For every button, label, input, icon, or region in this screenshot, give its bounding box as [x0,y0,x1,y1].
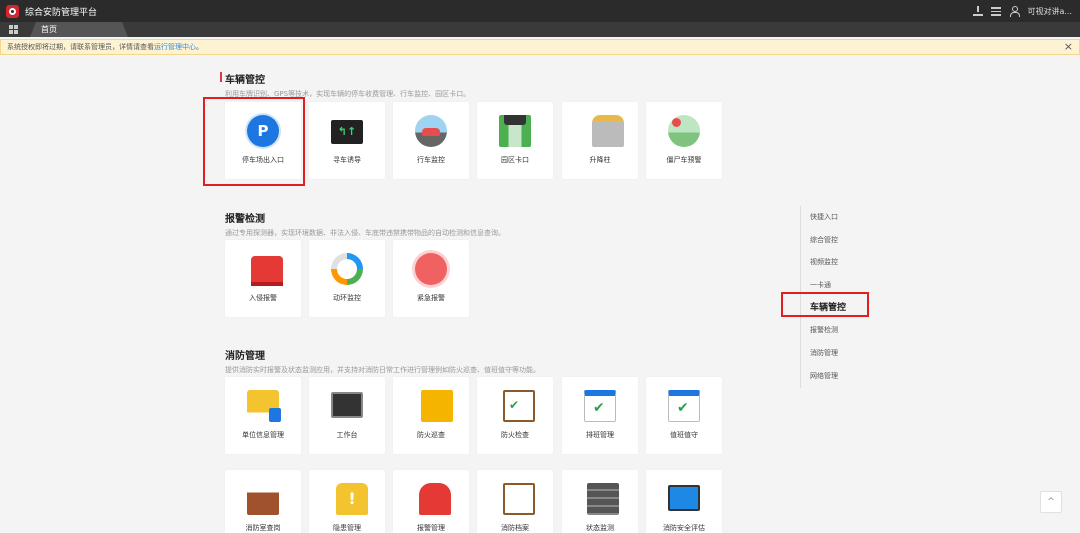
card-label: 僵尸车预警 [666,156,702,164]
card-label: 消防安全评估 [663,524,705,532]
card-fire-patrol[interactable]: 防火巡查 [393,377,469,454]
fire-patrol-icon [421,390,453,422]
card-fire-archive[interactable]: 消防档案 [477,470,553,533]
workbench-icon [331,392,363,418]
zombie-car-icon [668,115,700,147]
card-label: 行车监控 [417,156,445,164]
card-duty[interactable]: 值班值守 [646,377,722,454]
download-icon[interactable] [973,6,984,16]
card-hazard[interactable]: ! 隐患管理 [309,470,385,533]
section-title: 报警检测 [225,214,265,225]
card-emergency[interactable]: 紧急报警 [393,240,469,317]
card-label: 升降柱 [589,156,611,164]
tab-bar: 首页 [0,22,1080,37]
emergency-alarm-icon [415,253,447,285]
card-workbench[interactable]: 工作台 [309,377,385,454]
grid-icon[interactable] [9,25,18,34]
card-label: 消防档案 [501,524,529,532]
traffic-monitor-icon [415,115,447,147]
fire-archive-icon [503,483,535,515]
section-desc: 通过专用探测器，实现环境数据、非法入侵、车底带违禁携带物品的自动检测和信息查询。 [225,229,505,237]
highlight-box [781,292,869,317]
top-bar: 综合安防管理平台 可视对讲a... [0,0,1080,22]
card-park-gate[interactable]: 园区卡口 [477,102,553,179]
environment-monitor-icon [331,253,363,285]
app-title: 综合安防管理平台 [25,7,98,18]
section-fire: 消防管理 提供消防实时报警及状态监测应用，并支持对消防日常工作进行管理例如防火巡… [225,347,540,375]
tab-home[interactable]: 首页 [30,22,128,37]
notice-text: 系统授权即将过期，请联系管理员，详情请查看 [7,43,154,51]
scroll-top-button[interactable]: ^ [1040,491,1062,513]
top-right-tools: 可视对讲a... [973,0,1072,22]
section-alarm: 报警检测 通过专用探测器，实现环境数据、非法入侵、车底带违禁携带物品的自动检测和… [225,210,505,238]
section-vehicle: 车辆管控 利用车牌识别、GPS等技术，实现车辆的停车收费管理、行车监控、园区卡口… [220,71,470,99]
card-label: 动环监控 [333,294,361,302]
card-traffic[interactable]: 行车监控 [393,102,469,179]
quick-nav-item[interactable]: 报警检测 [801,319,880,342]
card-zombie-car[interactable]: 僵尸车预警 [646,102,722,179]
schedule-icon [584,390,616,422]
notice-suffix: 。 [196,43,203,51]
menu-icon[interactable] [991,6,1002,16]
card-label: 排班管理 [586,431,614,439]
guide-icon: ↰↑ [331,120,363,144]
quick-nav-item[interactable]: 消防管理 [801,342,880,365]
section-title: 消防管理 [225,351,265,362]
safety-evaluation-icon [668,485,700,511]
quick-nav-item[interactable]: 视频监控 [801,251,880,274]
close-icon[interactable]: × [1064,40,1073,54]
card-label: 消防室查岗 [245,524,281,532]
fire-check-icon [503,390,535,422]
card-label: 状态监测 [586,524,614,532]
card-label: 寻车诱导 [333,156,361,164]
card-unit-info[interactable]: 单位信息管理 [225,377,301,454]
unit-info-icon [247,390,281,422]
card-label: 入侵报警 [249,294,277,302]
card-label: 防火巡查 [417,431,445,439]
quick-nav-item[interactable]: 综合管控 [801,229,880,252]
card-label: 单位信息管理 [242,431,284,439]
intrusion-alarm-icon [251,256,283,282]
card-label: 园区卡口 [501,156,529,164]
card-safety-evaluation[interactable]: 消防安全评估 [646,470,722,533]
license-notice: 系统授权即将过期，请联系管理员，详情请查看运行管理中心。 × [0,39,1080,55]
control-room-icon [247,483,279,515]
duty-icon [668,390,700,422]
card-label: 防火检查 [501,431,529,439]
status-monitor-icon [587,483,619,515]
card-guide[interactable]: ↰↑ 寻车诱导 [309,102,385,179]
card-label: 值班值守 [670,431,698,439]
card-schedule[interactable]: 排班管理 [562,377,638,454]
section-desc: 提供消防实时报警及状态监测应用，并支持对消防日常工作进行管理例如防火巡查、值班值… [225,366,540,374]
card-environment[interactable]: 动环监控 [309,240,385,317]
card-fire-check[interactable]: 防火检查 [477,377,553,454]
user-icon[interactable] [1009,6,1021,17]
hazard-icon: ! [336,483,368,515]
section-title: 车辆管控 [225,75,265,86]
card-alarm-management[interactable]: 报警管理 [393,470,469,533]
alarm-management-icon [419,483,451,515]
card-status-monitor[interactable]: 状态监测 [562,470,638,533]
lift-post-icon [592,115,624,147]
card-intrusion[interactable]: 入侵报警 [225,240,301,317]
notice-link[interactable]: 运行管理中心 [154,43,196,51]
logo-icon [6,4,19,18]
park-gate-icon [499,115,531,147]
quick-nav-item[interactable]: 快捷入口 [801,206,880,229]
card-lift-post[interactable]: 升降柱 [562,102,638,179]
user-name[interactable]: 可视对讲a... [1027,6,1072,17]
card-label: 隐患管理 [333,524,361,532]
card-label: 紧急报警 [417,294,445,302]
card-label: 报警管理 [417,524,445,532]
title-accent [220,72,222,82]
quick-nav-item[interactable]: 网络管理 [801,365,880,388]
card-control-room[interactable]: 消防室查岗 [225,470,301,533]
card-label: 工作台 [336,431,358,439]
highlight-box [203,97,305,186]
